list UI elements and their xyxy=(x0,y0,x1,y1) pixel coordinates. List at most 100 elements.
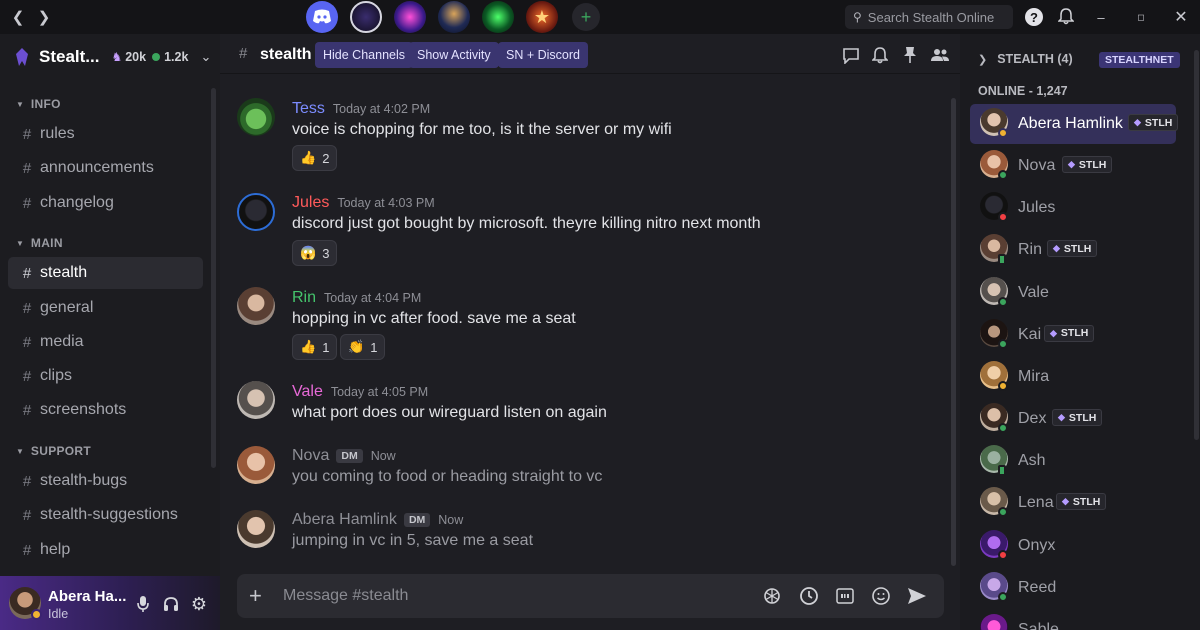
member-item[interactable]: Abera Hamlink ◆ STLH xyxy=(970,104,1179,144)
gif-icon[interactable] xyxy=(833,584,857,608)
dnd-status-icon xyxy=(998,549,1008,560)
member-item[interactable]: Jules xyxy=(970,188,1176,228)
member-name: Vale xyxy=(1018,283,1049,301)
avatar[interactable] xyxy=(237,287,275,325)
clan-tag-label: STLH xyxy=(1144,116,1173,129)
chevron-down-icon[interactable]: ⌄ xyxy=(200,49,211,65)
channel-help[interactable]: # help xyxy=(8,534,203,566)
server-logo-icon xyxy=(14,47,30,67)
avatar[interactable] xyxy=(237,446,275,484)
sn-discord-button[interactable]: SN + Discord xyxy=(498,42,588,68)
channel-changelog[interactable]: # changelog xyxy=(8,187,203,219)
pin-icon[interactable] xyxy=(899,44,921,66)
server-star-icon[interactable]: ★ xyxy=(526,1,558,33)
idle-status-icon xyxy=(998,128,1008,138)
sidebar-scrollbar[interactable] xyxy=(211,88,216,468)
hide-channels-button[interactable]: Hide Channels xyxy=(315,42,413,68)
back-arrow-icon[interactable]: ❮ xyxy=(8,7,28,27)
server-neon-icon[interactable] xyxy=(394,1,426,33)
idle-status-icon xyxy=(31,609,42,620)
microphone-icon[interactable] xyxy=(134,594,152,614)
member-list-icon[interactable] xyxy=(929,44,951,66)
message-author[interactable]: Rin xyxy=(292,289,316,307)
title-bar xyxy=(0,0,1200,34)
member-item[interactable]: Kai ◆ STLH xyxy=(970,315,1176,355)
channel-name: stealth xyxy=(40,264,88,281)
clock-icon[interactable] xyxy=(797,584,821,608)
channel-media[interactable]: # media xyxy=(8,326,203,358)
member-item[interactable]: Rin ◆ STLH xyxy=(970,230,1176,270)
clapping-hands-icon: 👏 xyxy=(348,339,365,354)
user-name: Abera Ha... xyxy=(48,588,127,605)
category-support[interactable]: ▼ SUPPORT xyxy=(16,443,91,459)
category-main[interactable]: ▼ MAIN xyxy=(16,235,63,251)
chevron-down-icon: ▼ xyxy=(16,99,24,109)
channel-stealth[interactable]: # stealth xyxy=(8,257,203,289)
member-scrollbar[interactable] xyxy=(1194,50,1199,440)
avatar[interactable] xyxy=(237,381,275,419)
reaction-button[interactable]: 😱 3 xyxy=(292,240,338,266)
member-item[interactable]: Vale xyxy=(970,273,1176,313)
diamond-icon: ◆ xyxy=(1058,412,1065,423)
add-server-icon[interactable]: + xyxy=(572,3,600,31)
reaction-button[interactable]: 👍 1 xyxy=(292,334,338,360)
message-author[interactable]: Jules xyxy=(292,194,329,212)
member-group-header[interactable]: ❯ STEALTH (4) xyxy=(978,52,1073,66)
gear-icon[interactable]: ⚙ xyxy=(189,594,209,614)
channel-general[interactable]: # general xyxy=(8,292,203,324)
server-header[interactable]: Stealt... ♞ 20k 1.2k ⌄ xyxy=(0,38,220,76)
member-item[interactable]: Nova ◆ STLH xyxy=(970,146,1176,186)
inbox-bell-icon[interactable] xyxy=(1056,6,1076,26)
help-icon[interactable]: ? xyxy=(1025,8,1043,26)
message-header: Jules Today at 4:03 PM xyxy=(292,194,435,212)
member-item[interactable]: Mira xyxy=(970,357,1176,397)
channel-stealth-bugs[interactable]: # stealth-bugs xyxy=(8,465,203,497)
server-green-icon[interactable] xyxy=(482,1,514,33)
search-bar[interactable]: ⚲ Search Stealth Online xyxy=(845,5,1013,29)
channel-clips[interactable]: # clips xyxy=(8,360,203,392)
message-author[interactable]: Tess xyxy=(292,100,325,118)
member-item[interactable]: Dex ◆ STLH xyxy=(970,399,1176,439)
member-item[interactable]: Onyx xyxy=(970,526,1176,566)
message-input[interactable]: Message #stealth xyxy=(283,587,408,605)
send-icon[interactable] xyxy=(905,584,929,608)
category-label: MAIN xyxy=(30,236,63,250)
show-activity-button[interactable]: Show Activity xyxy=(409,42,499,68)
reaction-button[interactable]: 👍 2 xyxy=(292,145,338,171)
avatar[interactable] xyxy=(237,98,275,136)
message-author[interactable]: Abera Hamlink xyxy=(292,511,397,529)
chat-scrollbar[interactable] xyxy=(951,98,956,566)
diamond-icon: ◆ xyxy=(1062,496,1069,507)
notification-bell-icon[interactable] xyxy=(869,44,891,66)
online-label: ONLINE - 1,247 xyxy=(978,84,1068,98)
headphones-icon[interactable] xyxy=(161,594,181,614)
member-name: Rin xyxy=(1018,241,1043,259)
close-icon[interactable]: ✕ xyxy=(1172,8,1190,26)
message-timestamp: Today at 4:02 PM xyxy=(332,102,431,116)
channel-rules[interactable]: # rules xyxy=(8,118,203,150)
maximize-icon[interactable]: ◻ xyxy=(1132,8,1150,26)
channel-screenshots[interactable]: # screenshots xyxy=(8,394,203,426)
plus-icon[interactable]: + xyxy=(249,583,262,609)
member-item[interactable]: Sable xyxy=(970,610,1176,630)
discord-home-icon[interactable] xyxy=(306,1,338,33)
avatar[interactable] xyxy=(237,193,275,231)
avatar[interactable] xyxy=(237,510,275,548)
category-info[interactable]: ▼ INFO xyxy=(16,96,61,112)
emoji-icon[interactable] xyxy=(869,584,893,608)
minimize-icon[interactable]: – xyxy=(1092,8,1110,26)
threads-icon[interactable] xyxy=(840,44,862,66)
member-item[interactable]: Lena ◆ STLH xyxy=(970,483,1176,523)
server-night-icon[interactable] xyxy=(438,1,470,33)
channel-announcements[interactable]: # announcements xyxy=(8,152,203,184)
forward-arrow-icon[interactable]: ❯ xyxy=(34,7,54,27)
ai-knot-icon[interactable] xyxy=(760,584,784,608)
message-author[interactable]: Vale xyxy=(292,383,323,401)
channel-stealth-suggestions[interactable]: # stealth-suggestions xyxy=(8,499,203,531)
channel-name: stealth-bugs xyxy=(40,472,128,489)
message-author[interactable]: Nova xyxy=(292,447,329,465)
member-item[interactable]: Ash xyxy=(970,441,1176,481)
member-item[interactable]: Reed xyxy=(970,568,1176,608)
server-stealth-icon[interactable] xyxy=(350,1,382,33)
reaction-button[interactable]: 👏 1 xyxy=(340,334,386,360)
